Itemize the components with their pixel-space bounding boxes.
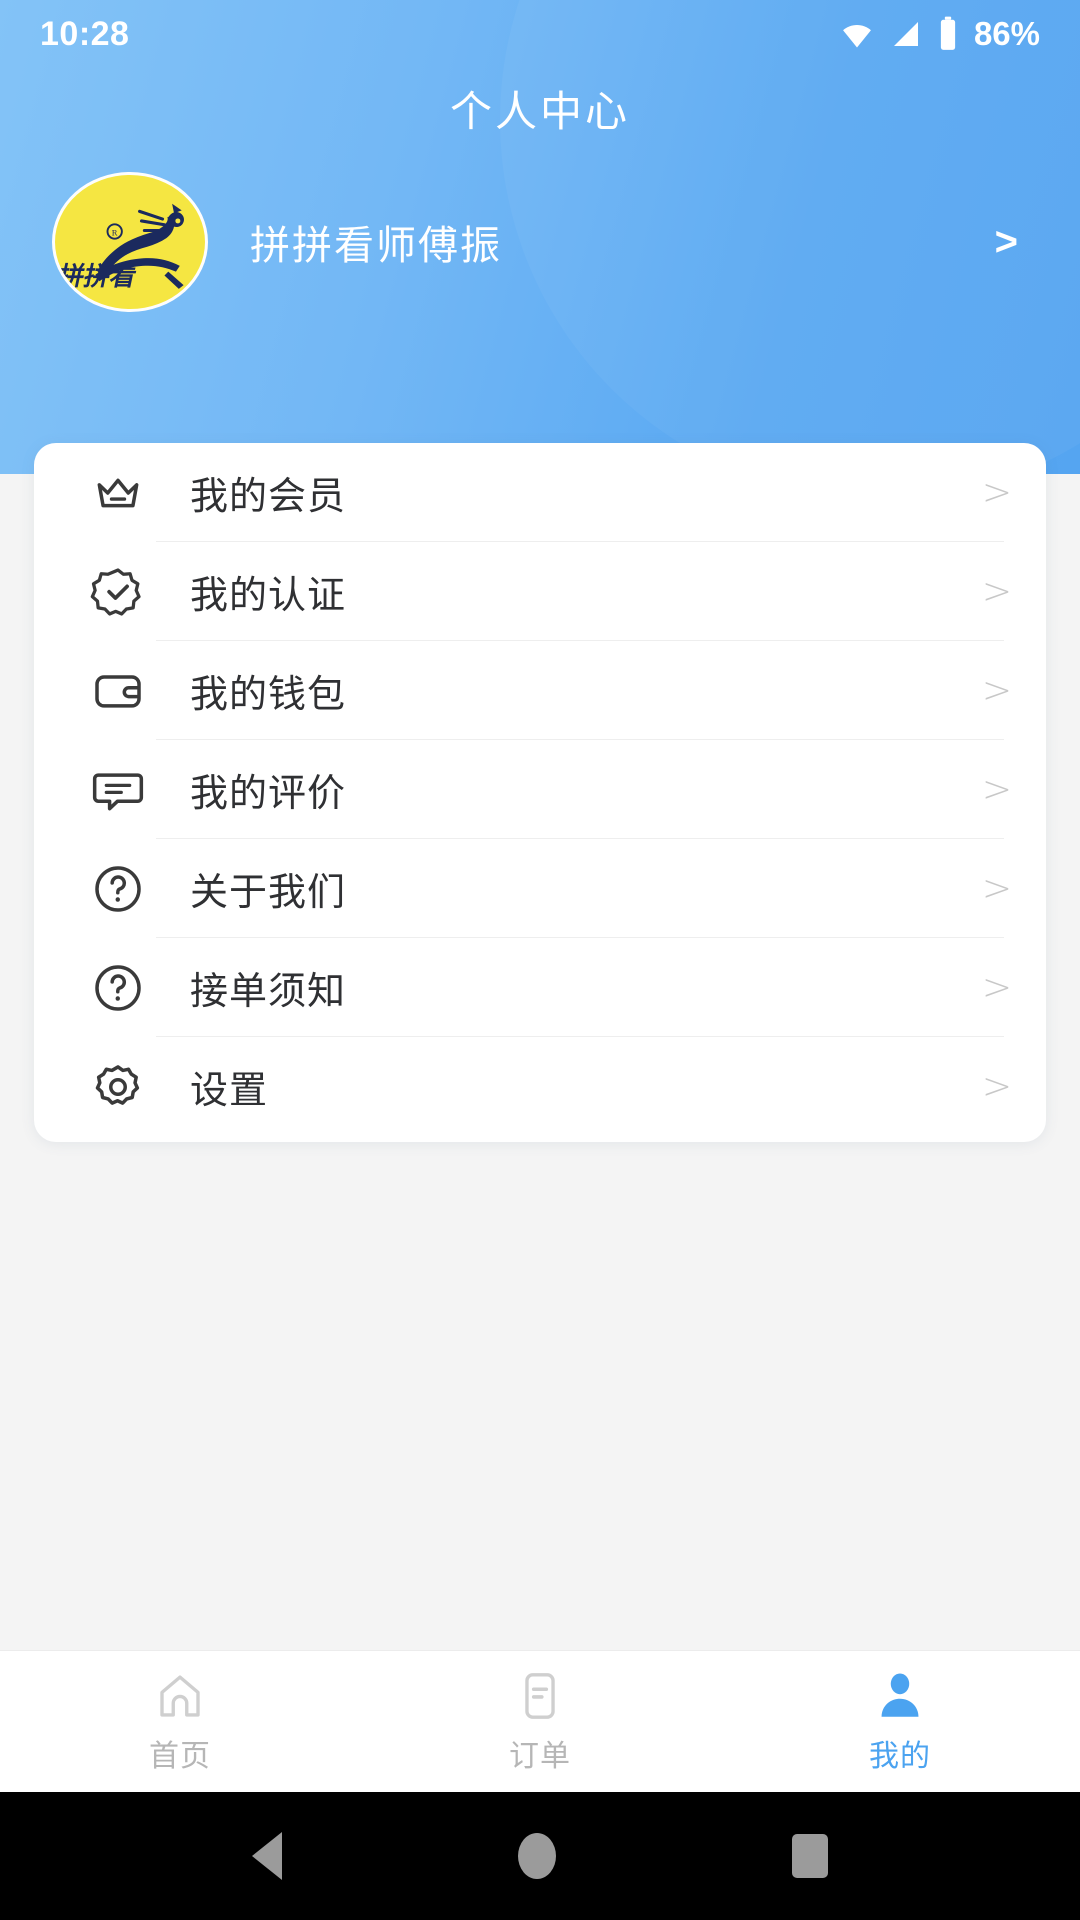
menu-item-label: 我的钱包 <box>190 674 347 716</box>
profile-chevron-icon[interactable]: > <box>995 222 1028 262</box>
profile-header: 10:28 86% 个人中心 R 拼拼看 拼拼看师傅振 > <box>0 0 1080 474</box>
tab-mine[interactable]: 我的 <box>720 1651 1080 1792</box>
question-circle-icon <box>95 865 141 912</box>
wallet-icon <box>95 674 141 708</box>
menu-item-order-notice[interactable]: 接单须知 > <box>34 938 1046 1037</box>
menu-item-label: 我的评价 <box>190 773 347 815</box>
gear-icon <box>95 1064 140 1105</box>
recents-button[interactable] <box>792 1834 828 1878</box>
status-bar: 10:28 86% <box>0 0 1080 68</box>
status-bar-indicators: 86% <box>838 15 1040 53</box>
status-bar-time: 10:28 <box>40 14 130 53</box>
menu-card: 我的会员 > 我的认证 > 我的钱包 > 我的评价 > 关于我们 > 接单须知 … <box>34 443 1046 1142</box>
profile-name: 拼拼看师傅振 <box>250 224 502 268</box>
chevron-right-icon: > <box>981 768 1012 810</box>
chevron-right-icon: > <box>981 570 1012 612</box>
profile-row[interactable]: R 拼拼看 拼拼看师傅振 > <box>0 172 1080 312</box>
menu-item-membership[interactable]: 我的会员 > <box>34 443 1046 542</box>
tab-orders[interactable]: 订单 <box>360 1651 720 1792</box>
chevron-right-icon: > <box>981 471 1012 513</box>
menu-item-about-us[interactable]: 关于我们 > <box>34 839 1046 938</box>
brand-logo-icon: R 拼拼看 <box>55 203 184 292</box>
menu-item-label: 设置 <box>190 1070 269 1112</box>
order-document-icon <box>525 1672 555 1719</box>
svg-text:拼拼看: 拼拼看 <box>55 262 139 292</box>
phone-screen: 10:28 86% 个人中心 R 拼拼看 拼拼看师傅振 > 我的会员 > 我的认… <box>0 0 1080 1920</box>
person-icon <box>881 1673 919 1717</box>
svg-text:R: R <box>112 227 118 237</box>
menu-item-label: 关于我们 <box>190 872 347 914</box>
menu-item-settings[interactable]: 设置 > <box>34 1037 1046 1136</box>
comment-icon <box>92 772 144 810</box>
menu-item-label: 我的会员 <box>190 476 347 518</box>
home-icon <box>160 1674 200 1717</box>
crown-icon <box>97 478 139 507</box>
menu-item-label: 我的认证 <box>190 575 347 617</box>
back-button[interactable] <box>252 1832 282 1880</box>
battery-icon <box>940 16 956 50</box>
home-button[interactable] <box>518 1833 556 1879</box>
tab-label: 我的 <box>869 1739 931 1773</box>
avatar[interactable]: R 拼拼看 <box>52 172 208 312</box>
menu-item-label: 接单须知 <box>190 971 347 1013</box>
android-navigation-bar <box>0 1792 1080 1920</box>
tab-label: 订单 <box>509 1739 571 1773</box>
wifi-icon <box>843 24 871 48</box>
page-title: 个人中心 <box>449 88 630 135</box>
tab-home[interactable]: 首页 <box>0 1651 360 1792</box>
menu-item-wallet[interactable]: 我的钱包 > <box>34 641 1046 740</box>
chevron-right-icon: > <box>981 1065 1012 1107</box>
menu-item-certification[interactable]: 我的认证 > <box>34 542 1046 641</box>
cellular-signal-icon <box>893 22 918 46</box>
chevron-right-icon: > <box>981 867 1012 909</box>
question-circle-icon <box>95 964 141 1011</box>
menu-item-reviews[interactable]: 我的评价 > <box>34 740 1046 839</box>
verified-badge-icon <box>90 567 141 616</box>
chevron-right-icon: > <box>981 669 1012 711</box>
battery-percent-label: 86% <box>973 15 1040 52</box>
bottom-tab-bar: 首页 订单 我的 <box>0 1650 1080 1792</box>
tab-label: 首页 <box>149 1739 211 1773</box>
chevron-right-icon: > <box>981 966 1012 1008</box>
